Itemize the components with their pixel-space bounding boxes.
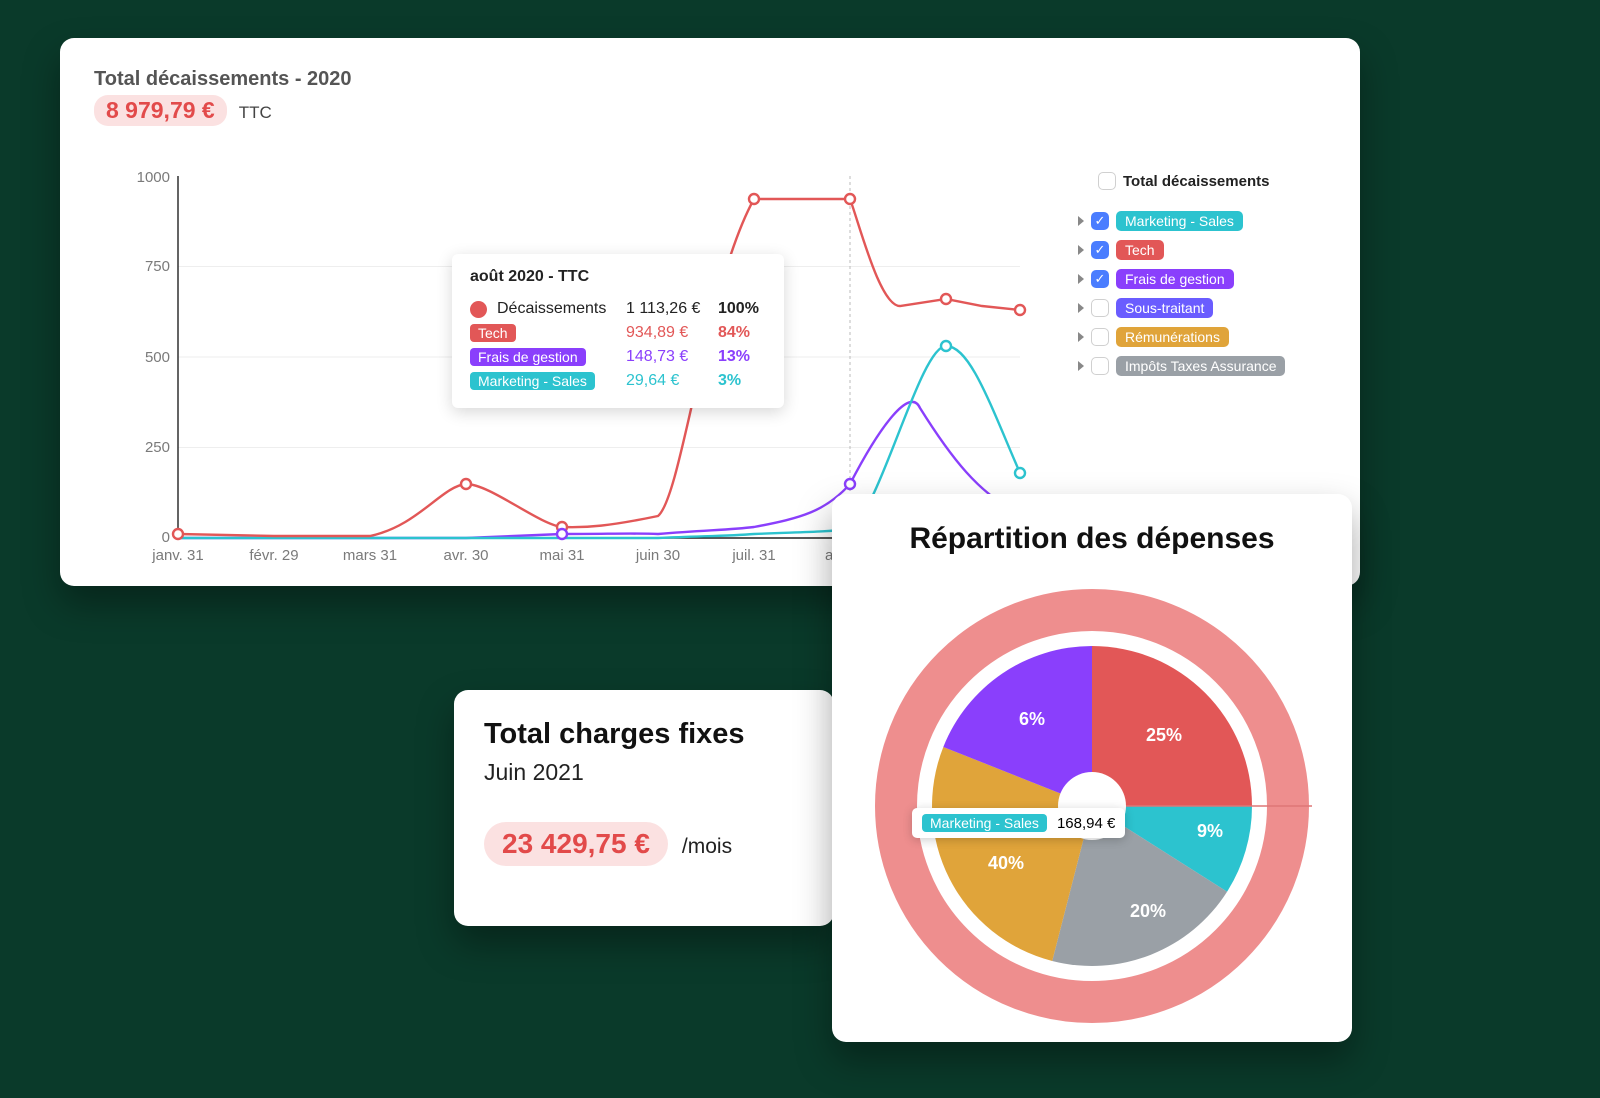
tooltip-title: août 2020 - TTC bbox=[470, 268, 766, 286]
svg-text:40%: 40% bbox=[988, 853, 1024, 873]
svg-text:9%: 9% bbox=[1197, 821, 1223, 841]
tooltip-total-pct: 100% bbox=[718, 300, 766, 318]
svg-text:janv. 31: janv. 31 bbox=[151, 547, 203, 564]
chevron-right-icon bbox=[1078, 216, 1084, 226]
svg-text:0: 0 bbox=[162, 529, 170, 546]
chevron-right-icon bbox=[1078, 245, 1084, 255]
svg-text:250: 250 bbox=[145, 439, 170, 456]
pie-tooltip-pill: Marketing - Sales bbox=[922, 814, 1047, 832]
fixed-amount-badge: 23 429,75 € bbox=[484, 822, 668, 866]
tooltip-marketing-pct: 3% bbox=[718, 372, 766, 390]
checkbox-icon[interactable]: ✓ bbox=[1091, 212, 1109, 230]
tooltip-marketing-value: 29,64 € bbox=[626, 372, 708, 390]
chart-tooltip: août 2020 - TTC Décaissements 1 113,26 €… bbox=[452, 254, 784, 408]
svg-text:500: 500 bbox=[145, 349, 170, 366]
expense-breakdown-pie-card: Répartition des dépenses bbox=[832, 494, 1352, 1042]
checkbox-icon[interactable]: ✓ bbox=[1091, 241, 1109, 259]
svg-text:6%: 6% bbox=[1019, 709, 1045, 729]
legend-panel: Total décaissements ✓ Marketing - Sales … bbox=[1078, 172, 1322, 385]
ttc-label: TTC bbox=[239, 103, 272, 123]
total-amount-badge: 8 979,79 € bbox=[94, 95, 227, 126]
tooltip-tech-pct: 84% bbox=[718, 324, 766, 342]
tooltip-total-value: 1 113,26 € bbox=[626, 300, 708, 318]
per-month-label: /mois bbox=[682, 835, 732, 859]
legend-item-impots[interactable]: Impôts Taxes Assurance bbox=[1078, 356, 1322, 376]
chevron-right-icon bbox=[1078, 332, 1084, 342]
legend-item-soustraitant[interactable]: Sous-traitant bbox=[1078, 298, 1322, 318]
chevron-right-icon bbox=[1078, 303, 1084, 313]
legend-item-remunerations[interactable]: Rémunérations bbox=[1078, 327, 1322, 347]
checkbox-icon[interactable]: ✓ bbox=[1091, 270, 1109, 288]
tooltip-tech-value: 934,89 € bbox=[626, 324, 708, 342]
svg-text:juin 30: juin 30 bbox=[635, 547, 680, 564]
legend-item-tech[interactable]: ✓ Tech bbox=[1078, 240, 1322, 260]
svg-text:mars 31: mars 31 bbox=[343, 547, 397, 564]
svg-text:mai 31: mai 31 bbox=[539, 547, 584, 564]
chevron-right-icon bbox=[1078, 274, 1084, 284]
pill-marketing: Marketing - Sales bbox=[470, 372, 595, 390]
svg-text:juil. 31: juil. 31 bbox=[731, 547, 775, 564]
dot-icon bbox=[470, 301, 487, 318]
pill-tech: Tech bbox=[470, 324, 516, 342]
svg-text:20%: 20% bbox=[1130, 901, 1166, 921]
chevron-right-icon bbox=[1078, 361, 1084, 371]
fixed-subtitle: Juin 2021 bbox=[484, 759, 804, 786]
svg-text:févr. 29: févr. 29 bbox=[249, 547, 298, 564]
fixed-charges-card: Total charges fixes Juin 2021 23 429,75 … bbox=[454, 690, 834, 926]
pie-title: Répartition des dépenses bbox=[856, 522, 1328, 556]
legend-total-label: Total décaissements bbox=[1123, 173, 1269, 190]
checkbox-icon[interactable] bbox=[1091, 357, 1109, 375]
svg-text:750: 750 bbox=[145, 258, 170, 275]
svg-text:25%: 25% bbox=[1146, 725, 1182, 745]
card-title: Total décaissements - 2020 bbox=[94, 68, 1326, 91]
fixed-title: Total charges fixes bbox=[484, 718, 804, 751]
tooltip-total-label: Décaissements bbox=[497, 300, 616, 318]
pie-tooltip-value: 168,94 € bbox=[1057, 815, 1115, 832]
pie-tooltip: Marketing - Sales 168,94 € bbox=[912, 808, 1125, 838]
legend-item-frais[interactable]: ✓ Frais de gestion bbox=[1078, 269, 1322, 289]
pill-frais: Frais de gestion bbox=[470, 348, 586, 366]
checkbox-icon[interactable] bbox=[1091, 328, 1109, 346]
legend-check-total[interactable] bbox=[1098, 172, 1116, 190]
legend-item-marketing[interactable]: ✓ Marketing - Sales bbox=[1078, 211, 1322, 231]
svg-text:1000: 1000 bbox=[137, 169, 170, 186]
pie-chart[interactable]: 25% 9% 20% 40% 6% Marketing - Sales 168,… bbox=[862, 566, 1322, 1026]
svg-text:avr. 30: avr. 30 bbox=[443, 547, 488, 564]
checkbox-icon[interactable] bbox=[1091, 299, 1109, 317]
tooltip-frais-value: 148,73 € bbox=[626, 348, 708, 366]
tooltip-frais-pct: 13% bbox=[718, 348, 766, 366]
